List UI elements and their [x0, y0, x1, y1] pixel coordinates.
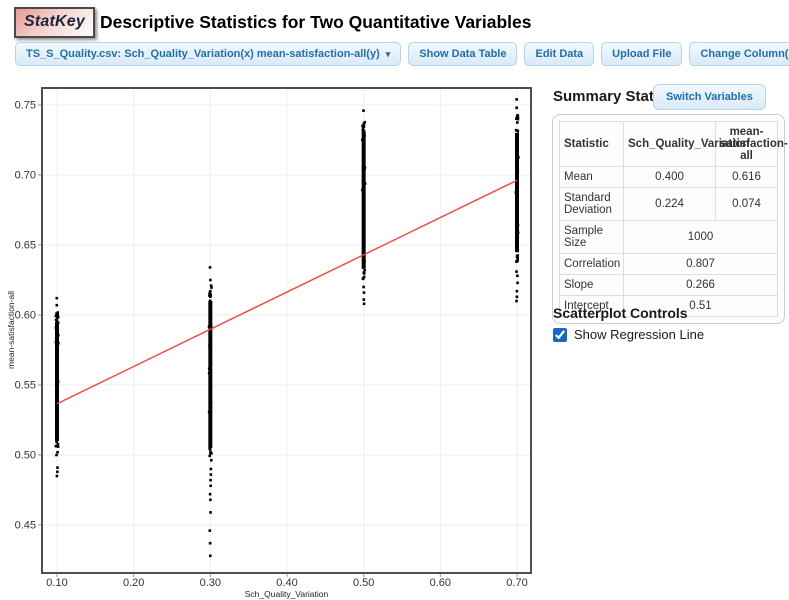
- x-tick-label: 0.20: [123, 577, 144, 589]
- y-tick-label: 0.65: [15, 240, 36, 252]
- summary-statistics-table-panel: StatisticSch_Quality_Variationmean-satis…: [552, 114, 785, 324]
- y-tick-label: 0.45: [15, 520, 36, 532]
- stat-value: 0.807: [624, 254, 778, 275]
- x-tick-label: 0.10: [46, 577, 67, 589]
- table-header-row: StatisticSch_Quality_Variationmean-satis…: [560, 122, 778, 167]
- page-title: Descriptive Statistics for Two Quantitat…: [100, 12, 531, 33]
- x-tick-label: 0.60: [430, 577, 451, 589]
- show-regression-line-control[interactable]: Show Regression Line: [553, 327, 704, 342]
- table-header-cell: Sch_Quality_Variation: [624, 122, 716, 167]
- upload-file-button[interactable]: Upload File: [601, 42, 682, 66]
- y-tick-label: 0.75: [15, 100, 36, 112]
- stat-value: 0.616: [716, 167, 778, 188]
- stat-label: Mean: [560, 167, 624, 188]
- table-row: Standard Deviation0.2240.074: [560, 188, 778, 221]
- show-regression-label: Show Regression Line: [574, 327, 704, 342]
- x-tick-label: 0.70: [506, 577, 527, 589]
- stat-value: 0.224: [624, 188, 716, 221]
- toolbar: TS_S_Quality.csv: Sch_Quality_Variation(…: [15, 42, 789, 66]
- stat-label: Correlation: [560, 254, 624, 275]
- dataset-dropdown-button[interactable]: TS_S_Quality.csv: Sch_Quality_Variation(…: [15, 42, 401, 66]
- dataset-dropdown-label: TS_S_Quality.csv: Sch_Quality_Variation(…: [26, 48, 380, 60]
- x-axis-label: Sch_Quality_Variation: [245, 589, 329, 599]
- x-tick-label: 0.40: [276, 577, 297, 589]
- stat-value: 0.400: [624, 167, 716, 188]
- x-tick-label: 0.50: [353, 577, 374, 589]
- dense-point-cluster: [362, 132, 366, 269]
- scatterplot-controls-heading: Scatterplot Controls: [553, 305, 688, 321]
- show-data-table-button[interactable]: Show Data Table: [408, 42, 517, 66]
- scatterplot: 0.10 0.20 0.30 0.40 0.50 0.60 0.70 0.45 0.50 0.55…: [0, 80, 545, 600]
- stat-value: 1000: [624, 221, 778, 254]
- table-header-cell: Statistic: [560, 122, 624, 167]
- y-tick-label: 0.50: [15, 450, 36, 462]
- show-regression-checkbox[interactable]: [553, 328, 567, 342]
- switch-variables-button[interactable]: Switch Variables: [653, 84, 766, 110]
- y-axis-label: mean-satisfaction-all: [6, 291, 16, 369]
- chevron-down-icon: ▾: [386, 49, 391, 60]
- stat-value: 0.074: [716, 188, 778, 221]
- y-tick-label: 0.55: [15, 380, 36, 392]
- x-tick-label: 0.30: [200, 577, 221, 589]
- summary-statistics-table: StatisticSch_Quality_Variationmean-satis…: [559, 121, 778, 317]
- y-tick-label: 0.60: [15, 310, 36, 322]
- statkey-logo: StatKey: [14, 7, 95, 38]
- table-row: Slope0.266: [560, 275, 778, 296]
- stat-value: 0.266: [624, 275, 778, 296]
- y-tick-label: 0.70: [15, 170, 36, 182]
- table-row: Mean0.4000.616: [560, 167, 778, 188]
- stat-label: Standard Deviation: [560, 188, 624, 221]
- table-row: Sample Size1000: [560, 221, 778, 254]
- table-header-cell: mean-satisfaction-all: [716, 122, 778, 167]
- table-row: Correlation0.807: [560, 254, 778, 275]
- change-columns-button[interactable]: Change Column(s): [689, 42, 789, 66]
- stat-label: Slope: [560, 275, 624, 296]
- edit-data-button[interactable]: Edit Data: [524, 42, 594, 66]
- statkey-app: StatKey Descriptive Statistics for Two Q…: [0, 0, 789, 600]
- stat-label: Sample Size: [560, 221, 624, 254]
